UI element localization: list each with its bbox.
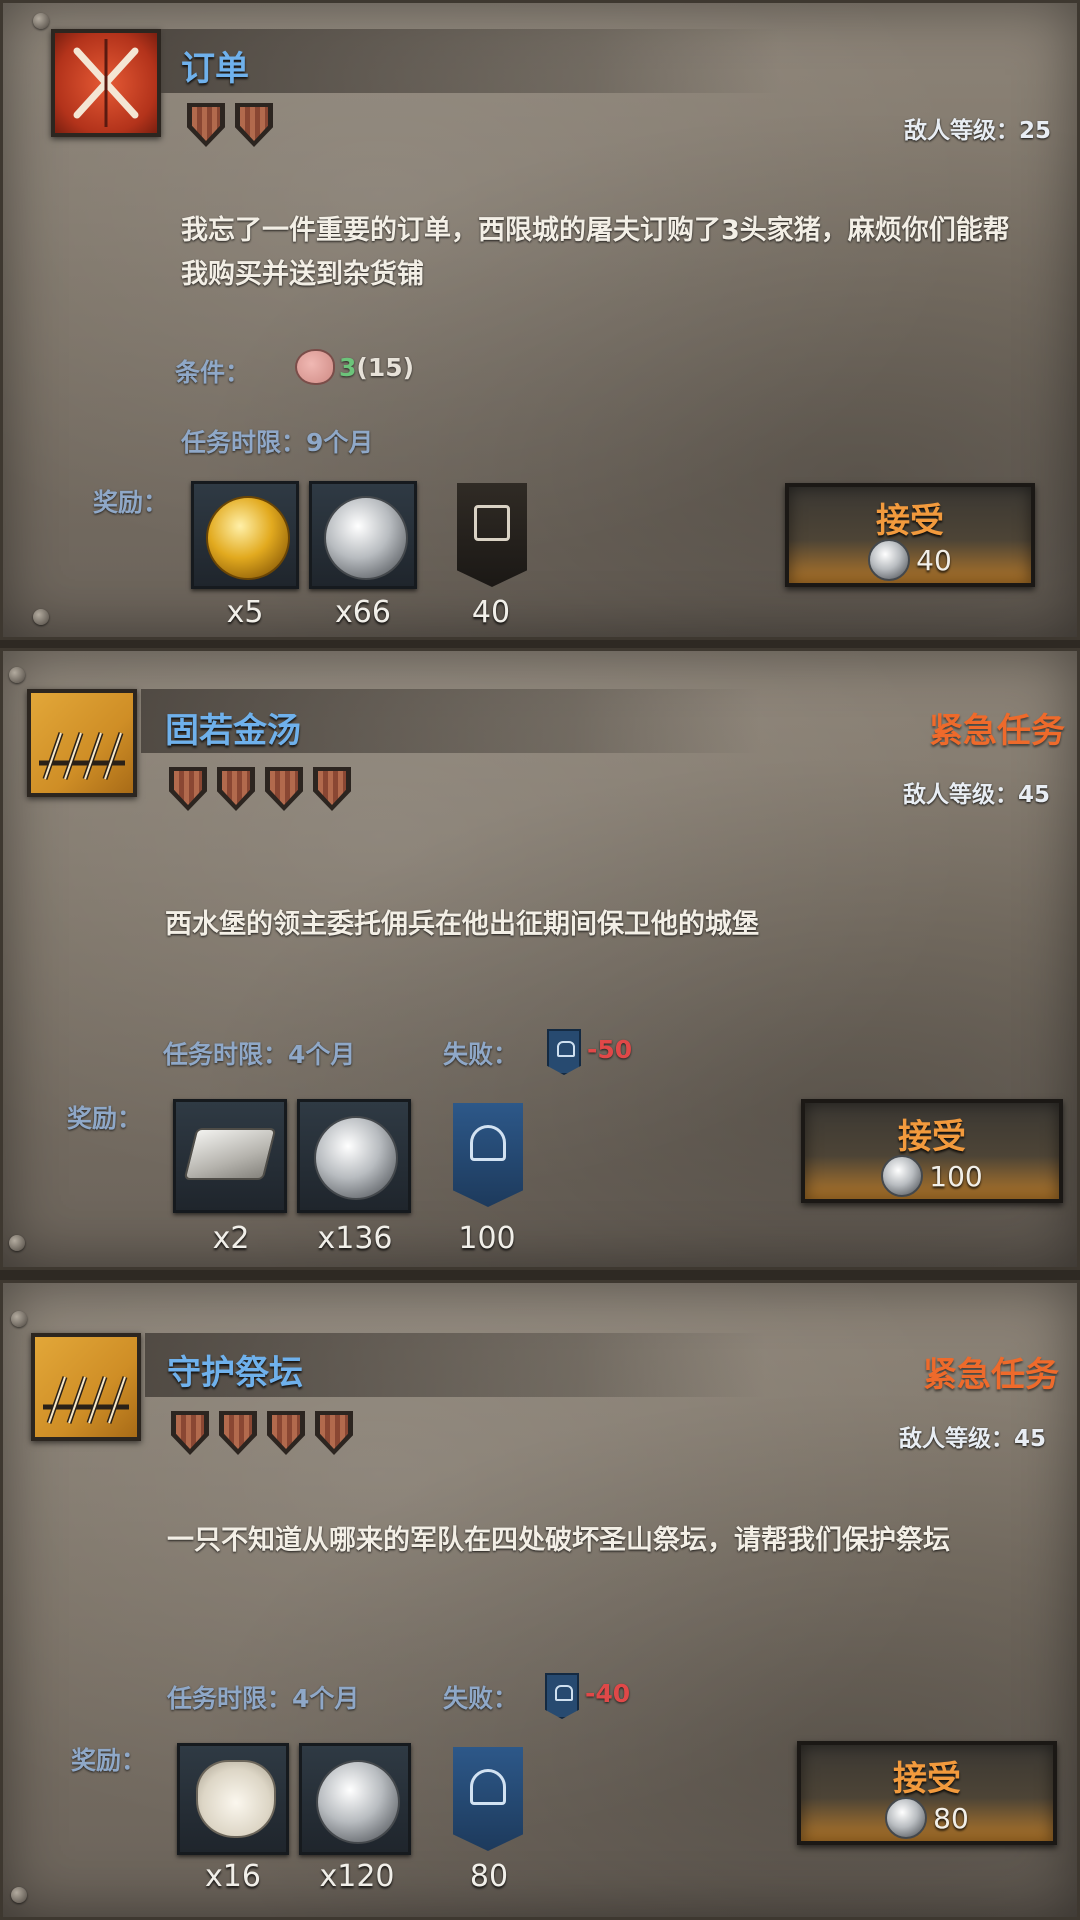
rivet	[33, 13, 49, 29]
difficulty-shields	[187, 103, 273, 147]
blue-castle-banner-icon[interactable]	[453, 1747, 523, 1851]
rivet	[33, 609, 49, 625]
reward-silver-coin[interactable]	[297, 1099, 411, 1213]
shield-icon	[171, 1411, 209, 1455]
silver-ingot-icon	[183, 1128, 277, 1180]
reward-count: x66	[335, 595, 391, 630]
quest-card-altar[interactable]: 守护祭坛 紧急任务 敌人等级：45 一只不知道从哪来的军队在四处破坏圣山祭坛，请…	[0, 1280, 1080, 1920]
gold-coin-icon	[206, 496, 290, 580]
enemy-level: 敌人等级：45	[899, 1426, 1047, 1452]
shield-icon	[313, 767, 351, 811]
reward-count: x16	[205, 1859, 261, 1894]
rivet	[9, 1235, 25, 1251]
reward-count: 80	[469, 1859, 509, 1894]
shield-icon	[169, 767, 207, 811]
rivet	[11, 1887, 27, 1903]
rivet	[9, 667, 25, 683]
shield-icon	[267, 1411, 305, 1455]
shield-icon	[315, 1411, 353, 1455]
silver-coin-icon	[316, 1760, 400, 1844]
quest-description: 我忘了一件重要的订单，西限城的屠夫订购了3头家猪，麻烦你们能帮我购买并送到杂货铺	[181, 215, 1010, 290]
crossed-swords-icon	[51, 29, 161, 137]
condition-value: 3(15)	[339, 353, 415, 382]
title-band	[161, 29, 781, 93]
fail-penalty: -40	[585, 1679, 631, 1708]
dark-banner-icon[interactable]	[457, 483, 527, 587]
reward-count: x5	[226, 595, 264, 630]
reward-count: x2	[212, 1221, 250, 1256]
quest-title: 订单	[181, 49, 249, 89]
quest-card-order[interactable]: 订单 敌人等级：25 我忘了一件重要的订单，西限城的屠夫订购了3头家猪，麻烦你们…	[0, 0, 1080, 640]
fail-label: 失败：	[443, 1040, 519, 1069]
silver-coin-icon	[881, 1155, 924, 1197]
shield-icon	[235, 103, 273, 147]
reward-label: 奖励：	[93, 488, 169, 517]
quest-board: 订单 敌人等级：25 我忘了一件重要的订单，西限城的屠夫订购了3头家猪，麻烦你们…	[0, 0, 1080, 1920]
urgent-badge: 紧急任务	[923, 1355, 1059, 1395]
reward-count: 40	[471, 595, 511, 630]
spike-barricade-icon	[31, 1333, 141, 1441]
fail-label: 失败：	[443, 1684, 519, 1713]
quest-description: 一只不知道从哪来的军队在四处破坏圣山祭坛，请帮我们保护祭坛	[167, 1525, 950, 1556]
pig-icon	[295, 349, 335, 385]
accept-button[interactable]: 接受 80	[797, 1741, 1057, 1845]
rivet	[11, 1311, 27, 1327]
silver-coin-icon	[314, 1116, 398, 1200]
silver-coin-icon	[868, 539, 911, 581]
shield-icon	[219, 1411, 257, 1455]
reward-label: 奖励：	[67, 1104, 143, 1133]
reward-silver-coin[interactable]	[309, 481, 417, 589]
accept-button[interactable]: 接受 40	[785, 483, 1035, 587]
difficulty-shields	[169, 767, 351, 811]
urgent-badge: 紧急任务	[929, 711, 1065, 751]
spike-barricade-icon	[27, 689, 137, 797]
fail-banner-icon	[545, 1673, 579, 1719]
quest-card-fortress[interactable]: 固若金汤 紧急任务 敌人等级：45 西水堡的领主委托佣兵在他出征期间保卫他的城堡…	[0, 648, 1080, 1270]
condition-label: 条件：	[175, 358, 251, 387]
accept-button[interactable]: 接受 100	[801, 1099, 1063, 1203]
reward-silver-coin[interactable]	[299, 1743, 411, 1855]
enemy-level: 敌人等级：45	[903, 782, 1051, 808]
shield-icon	[265, 767, 303, 811]
reward-count: x120	[319, 1859, 395, 1894]
sheep-icon	[196, 1760, 276, 1838]
quest-description: 西水堡的领主委托佣兵在他出征期间保卫他的城堡	[165, 909, 759, 940]
reward-count: x136	[317, 1221, 393, 1256]
enemy-level: 敌人等级：25	[903, 118, 1051, 144]
reward-count: 100	[458, 1221, 516, 1256]
silver-coin-icon	[885, 1797, 928, 1839]
time-limit: 任务时限：4个月	[163, 1040, 356, 1069]
shield-icon	[187, 103, 225, 147]
quest-title: 固若金汤	[165, 711, 301, 751]
reward-label: 奖励：	[71, 1746, 147, 1775]
shield-icon	[217, 767, 255, 811]
fail-banner-icon	[547, 1029, 581, 1075]
reward-silver-ingot[interactable]	[173, 1099, 287, 1213]
blue-castle-banner-icon[interactable]	[453, 1103, 523, 1207]
reward-sheep[interactable]	[177, 1743, 289, 1855]
time-limit: 任务时限：4个月	[167, 1684, 360, 1713]
reward-gold-coin[interactable]	[191, 481, 299, 589]
quest-title: 守护祭坛	[167, 1353, 303, 1393]
fail-penalty: -50	[587, 1035, 633, 1064]
difficulty-shields	[171, 1411, 353, 1455]
time-limit: 任务时限：9个月	[181, 428, 374, 457]
silver-coin-icon	[324, 496, 408, 580]
